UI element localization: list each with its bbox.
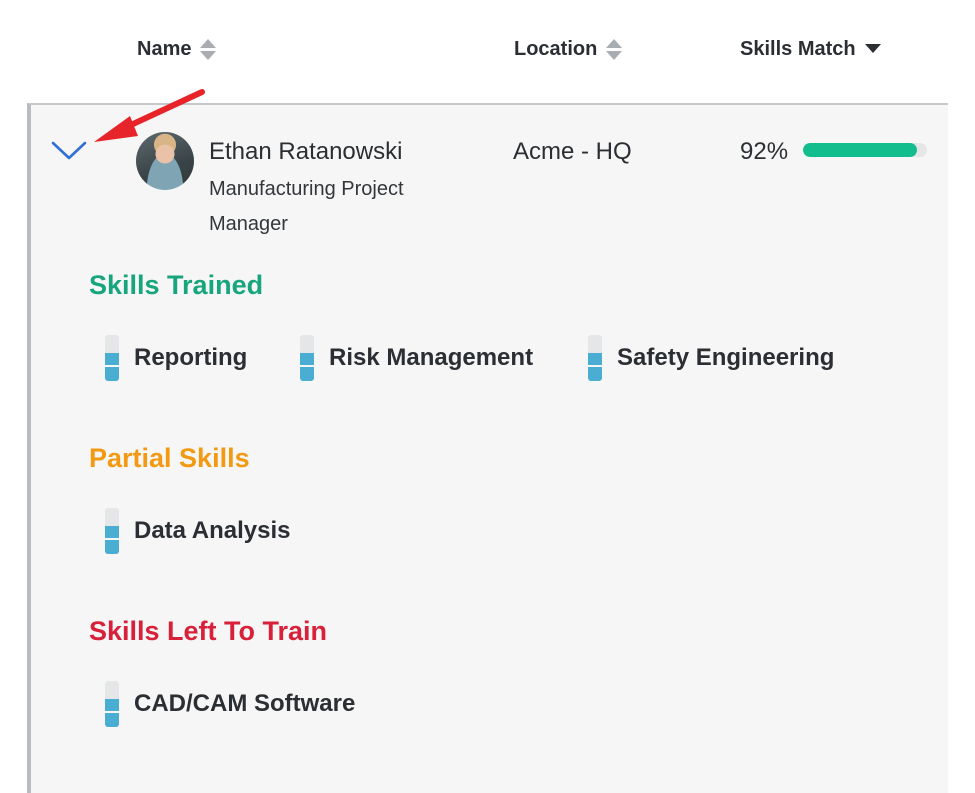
skill-level-icon [300,335,314,381]
skill-item: Data Analysis [105,508,291,554]
column-header-name-label: Name [137,38,192,60]
employee-name[interactable]: Ethan Ratanowski [209,138,402,166]
employee-role: Manufacturing Project Manager [209,178,404,235]
skill-item: Safety Engineering [588,335,834,381]
skill-item: CAD/CAM Software [105,681,355,727]
skill-level-icon [588,335,602,381]
column-header-skills-match[interactable]: Skills Match [740,38,881,61]
section-title-skills-left-to-train: Skills Left To Train [89,616,328,646]
sort-both-icon[interactable] [606,39,623,60]
section-title-skills-trained: Skills Trained [89,270,264,300]
skill-item: Risk Management [300,335,533,381]
skill-label: CAD/CAM Software [134,690,356,717]
employee-location: Acme - HQ [513,138,632,165]
skill-label: Reporting [134,344,248,371]
column-header-location[interactable]: Location [514,38,623,61]
skill-label: Safety Engineering [617,344,835,371]
skill-level-icon [105,335,119,381]
sort-both-icon[interactable] [200,39,217,60]
skill-label: Risk Management [329,344,534,371]
skill-level-icon [105,681,119,727]
skills-match-bar [803,143,927,157]
column-header-location-label: Location [514,38,598,60]
column-header-skills-match-label: Skills Match [740,38,856,60]
skill-level-icon [105,508,119,554]
column-header-name[interactable]: Name [137,38,217,61]
chevron-down-icon[interactable] [50,138,88,162]
sort-desc-icon[interactable] [864,44,881,53]
skills-match-percent: 92% [740,138,789,165]
skill-label: Data Analysis [134,517,291,544]
avatar [136,132,194,190]
skills-match-bar-fill [803,143,918,157]
section-title-partial-skills: Partial Skills [89,443,250,473]
skill-item: Reporting [105,335,247,381]
